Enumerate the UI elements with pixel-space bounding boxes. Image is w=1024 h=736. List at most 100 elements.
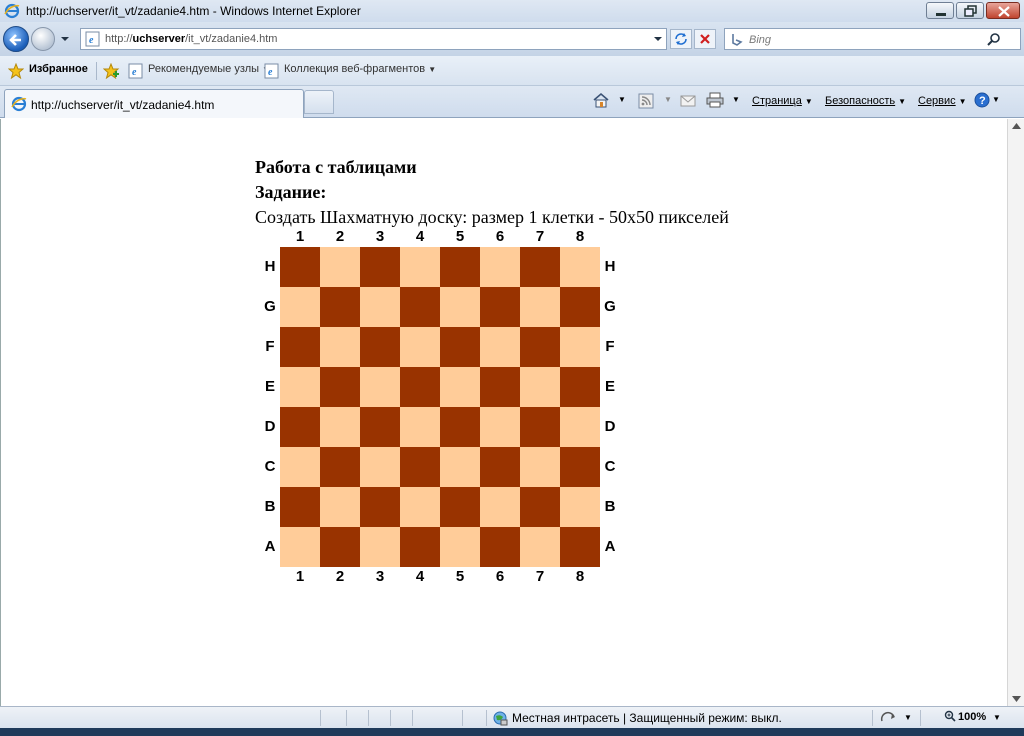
column-label-bottom: 3	[375, 568, 385, 585]
row-label-left: G	[264, 298, 276, 315]
tab-current[interactable]: http://uchserver/it_vt/zadanie4.htm	[4, 89, 304, 118]
light-square	[560, 407, 600, 447]
ie-logo-icon	[4, 3, 20, 19]
close-icon	[998, 6, 1010, 17]
column-label-top: 8	[575, 228, 585, 245]
address-url[interactable]: http://uchserver/it_vt/zadanie4.htm	[105, 33, 277, 45]
stop-button[interactable]	[694, 29, 716, 49]
task-heading: Задание:	[255, 182, 327, 202]
row-label-left: A	[264, 538, 276, 555]
dark-square	[440, 407, 480, 447]
row-label-right: A	[604, 538, 616, 555]
chevron-down-icon: ▼	[958, 97, 967, 106]
forward-button[interactable]	[31, 27, 55, 51]
dark-square	[320, 287, 360, 327]
back-button[interactable]	[3, 26, 29, 52]
chevron-down-icon[interactable]: ▼	[904, 713, 912, 722]
tools-menu[interactable]: Сервис ▼	[918, 95, 967, 107]
dark-square	[360, 327, 400, 367]
stop-icon	[700, 34, 710, 44]
address-bar[interactable]: e http://uchserver/it_vt/zadanie4.htm	[80, 28, 667, 50]
divider	[920, 710, 921, 726]
scroll-down-icon[interactable]	[1012, 696, 1021, 702]
row-label-right: D	[604, 418, 616, 435]
page-menu[interactable]: Страница ▼	[752, 95, 813, 107]
row-label-left: B	[264, 498, 276, 515]
dark-square	[440, 247, 480, 287]
light-square	[360, 527, 400, 567]
title-bar: http://uchserver/it_vt/zadanie4.htm - Wi…	[0, 0, 1024, 22]
column-label-top: 3	[375, 228, 385, 245]
chevron-down-icon[interactable]: ▼	[732, 95, 740, 104]
page-viewport: Работа с таблицами Задание: Создать Шахм…	[0, 119, 1007, 706]
chessboard-table: 1 1 2 2 3 3 4 4 5 5 6 6 7 7 8 8 H H G G F F E E D D C C B B A A	[260, 227, 620, 587]
light-square	[400, 247, 440, 287]
svg-text:e: e	[268, 67, 273, 78]
divider	[96, 62, 97, 80]
dark-square	[320, 527, 360, 567]
dark-square	[520, 487, 560, 527]
divider	[346, 710, 347, 726]
chevron-down-icon[interactable]: ▼	[993, 713, 1001, 722]
light-square	[480, 247, 520, 287]
page-heading: Работа с таблицами	[255, 157, 417, 177]
column-label-bottom: 6	[495, 568, 505, 585]
dark-square	[280, 247, 320, 287]
light-square	[560, 327, 600, 367]
row-label-right: G	[604, 298, 616, 315]
safety-menu[interactable]: Безопасность ▼	[825, 95, 906, 107]
page-icon: e	[264, 63, 279, 79]
add-to-favorites-icon[interactable]	[103, 63, 121, 79]
dark-square	[440, 487, 480, 527]
svg-text:?: ?	[979, 95, 986, 107]
chevron-down-icon[interactable]: ▼	[618, 95, 626, 104]
dark-square	[520, 247, 560, 287]
dark-square	[320, 447, 360, 487]
page-icon: e	[85, 31, 100, 47]
refresh-icon	[675, 33, 687, 45]
intranet-globe-icon	[493, 711, 508, 726]
light-square	[520, 287, 560, 327]
vertical-scrollbar[interactable]	[1007, 119, 1024, 706]
divider	[320, 710, 321, 726]
row-label-left: C	[264, 458, 276, 475]
scroll-up-icon[interactable]	[1012, 123, 1021, 129]
column-label-bottom: 4	[415, 568, 425, 585]
home-icon[interactable]	[592, 92, 610, 108]
row-label-right: B	[604, 498, 616, 515]
dark-square	[480, 287, 520, 327]
refresh-button[interactable]	[670, 29, 692, 49]
zoom-level[interactable]: 100%	[944, 710, 986, 723]
favorites-item-web-slice-gallery[interactable]: Коллекция веб-фрагментов ▼	[284, 63, 436, 75]
favorites-star-icon[interactable]	[8, 63, 24, 79]
search-icon[interactable]	[986, 32, 1002, 48]
print-icon[interactable]	[706, 92, 724, 108]
security-zone-status[interactable]: Местная интрасеть | Защищенный режим: вы…	[512, 711, 782, 725]
search-box[interactable]: Bing	[724, 28, 1021, 50]
read-mail-icon[interactable]	[680, 94, 696, 108]
light-square	[520, 527, 560, 567]
navigation-bar: e http://uchserver/it_vt/zadanie4.htm Bi…	[0, 22, 1024, 56]
favorites-button[interactable]: Избранное	[29, 63, 88, 75]
help-icon[interactable]: ?	[974, 92, 990, 108]
close-button[interactable]	[986, 2, 1020, 19]
favorites-item-suggested-sites[interactable]: Рекомендуемые узлы ▼	[148, 63, 270, 75]
minimize-button[interactable]	[926, 2, 954, 19]
light-square	[520, 447, 560, 487]
light-square	[320, 327, 360, 367]
light-square	[280, 367, 320, 407]
chevron-down-icon[interactable]: ▼	[992, 95, 1000, 104]
dark-square	[360, 487, 400, 527]
maximize-button[interactable]	[956, 2, 984, 19]
light-square	[520, 367, 560, 407]
bing-icon	[732, 34, 743, 46]
feeds-icon[interactable]	[638, 93, 654, 109]
new-tab-button[interactable]	[304, 90, 334, 114]
column-label-bottom: 2	[335, 568, 345, 585]
light-square	[280, 527, 320, 567]
address-dropdown-icon[interactable]	[653, 34, 663, 44]
protected-mode-icon[interactable]	[880, 711, 898, 725]
recent-pages-dropdown-icon[interactable]	[60, 34, 70, 44]
chevron-down-icon[interactable]: ▼	[664, 95, 672, 104]
svg-text:e: e	[132, 67, 137, 78]
